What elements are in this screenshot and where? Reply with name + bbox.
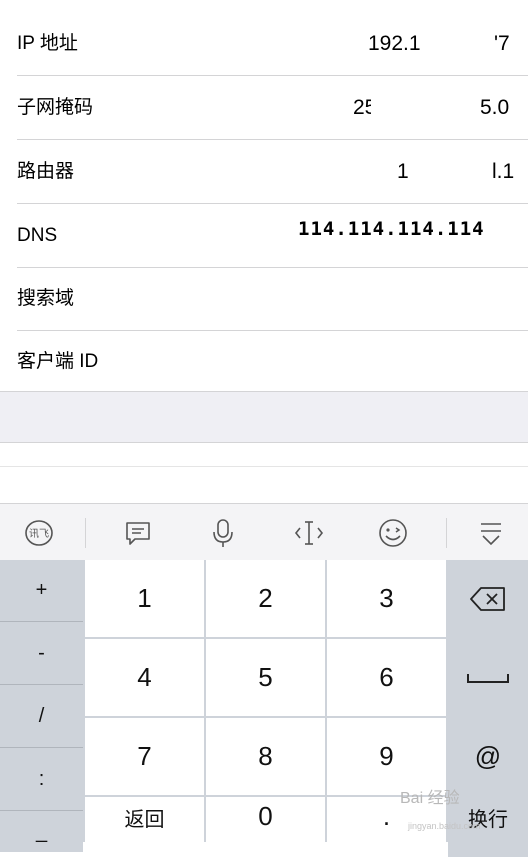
cursor-move-icon[interactable] bbox=[294, 518, 324, 548]
xunfei-logo-text: 讯飞 bbox=[29, 528, 49, 540]
search-domain-row[interactable]: 搜索域 bbox=[0, 267, 528, 331]
subnet-mask-value-tail: 5.0 bbox=[480, 96, 510, 119]
router-value-tail: l.1 bbox=[492, 160, 515, 183]
keyboard-toolbar: 讯飞 bbox=[0, 503, 528, 560]
ip-address-label: IP 地址 bbox=[17, 33, 78, 54]
watermark-url: jingyan.baidu.com bbox=[408, 821, 481, 831]
key-7[interactable]: 7 bbox=[85, 718, 204, 795]
key-5[interactable]: 5 bbox=[206, 639, 325, 716]
ip-address-value[interactable]: 192.1 bbox=[368, 12, 421, 76]
dns-value[interactable]: 114.114.114.114 bbox=[298, 204, 485, 254]
redaction-mask bbox=[426, 22, 492, 66]
xunfei-logo-icon[interactable]: 讯飞 bbox=[24, 518, 54, 548]
key-minus[interactable]: - bbox=[0, 623, 83, 685]
subnet-mask-label: 子网掩码 bbox=[17, 97, 94, 118]
key-return[interactable]: 返回 bbox=[85, 797, 204, 857]
ip-address-value-tail: '7 bbox=[494, 32, 510, 55]
client-id-row[interactable]: 客户端 ID bbox=[0, 330, 528, 394]
microphone-icon[interactable] bbox=[208, 518, 238, 548]
redaction-mask bbox=[371, 86, 479, 130]
key-1[interactable]: 1 bbox=[85, 560, 204, 637]
watermark-logo: Bai 经验 bbox=[400, 790, 460, 807]
redaction-mask bbox=[410, 150, 491, 194]
key-4[interactable]: 4 bbox=[85, 639, 204, 716]
key-0[interactable]: 0 bbox=[206, 797, 325, 857]
router-label: 路由器 bbox=[17, 161, 75, 182]
router-row[interactable]: 路由器 1! l.1 bbox=[0, 140, 528, 204]
section-separator bbox=[0, 391, 528, 443]
chat-bubble-icon[interactable] bbox=[123, 518, 153, 548]
ip-address-row[interactable]: IP 地址 192.1 '7 bbox=[0, 12, 528, 76]
key-underscore[interactable]: _ bbox=[0, 812, 83, 852]
collapse-keyboard-icon[interactable] bbox=[476, 518, 506, 548]
client-id-label: 客户端 ID bbox=[17, 351, 99, 372]
toolbar-divider bbox=[85, 518, 86, 548]
key-2[interactable]: 2 bbox=[206, 560, 325, 637]
dns-label: DNS bbox=[17, 225, 58, 246]
blank-row bbox=[0, 443, 528, 467]
subnet-mask-row[interactable]: 子网掩码 25 5.0 bbox=[0, 76, 528, 140]
key-at[interactable]: @ bbox=[448, 718, 528, 795]
key-8[interactable]: 8 bbox=[206, 718, 325, 795]
backspace-icon bbox=[470, 586, 505, 611]
blank-row bbox=[0, 467, 528, 503]
backspace-key[interactable] bbox=[448, 560, 528, 637]
key-6[interactable]: 6 bbox=[327, 639, 446, 716]
key-colon[interactable]: : bbox=[0, 749, 83, 811]
emoji-icon[interactable] bbox=[378, 518, 408, 548]
search-domain-label: 搜索域 bbox=[17, 288, 75, 309]
key-slash[interactable]: / bbox=[0, 686, 83, 748]
dns-row[interactable]: DNS 114.114.114.114 bbox=[0, 204, 528, 268]
space-key[interactable] bbox=[448, 639, 528, 716]
space-icon bbox=[467, 673, 509, 683]
key-3[interactable]: 3 bbox=[327, 560, 446, 637]
toolbar-divider bbox=[446, 518, 447, 548]
key-plus[interactable]: + bbox=[0, 560, 83, 622]
